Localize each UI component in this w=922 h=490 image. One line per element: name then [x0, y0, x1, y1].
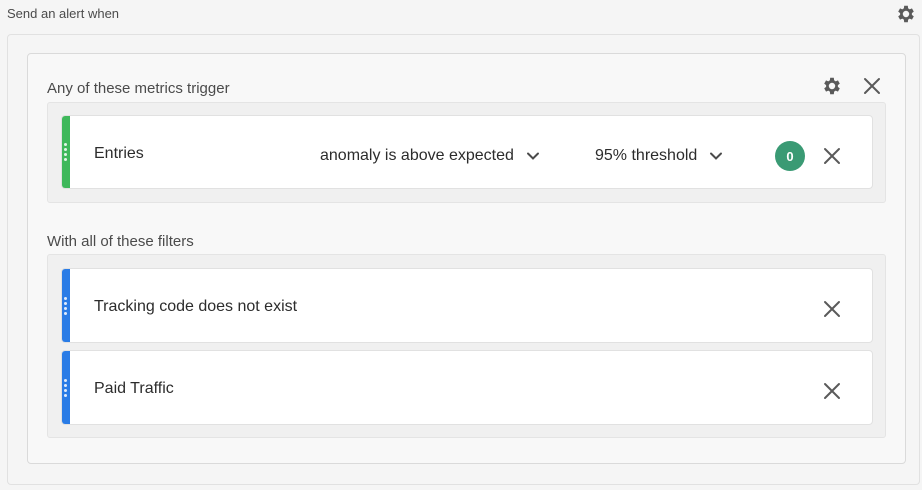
grip-icon — [64, 378, 68, 397]
chevron-down-icon — [526, 152, 539, 160]
threshold-value: 95% threshold — [595, 147, 698, 164]
drag-handle[interactable] — [62, 351, 70, 424]
filter-row: Tracking code does not exist — [61, 268, 873, 343]
alert-header-title: Send an alert when — [7, 6, 120, 21]
alert-header: Send an alert when — [0, 0, 922, 30]
close-icon[interactable] — [861, 75, 883, 97]
drag-handle[interactable] — [62, 116, 70, 188]
gear-icon[interactable] — [821, 75, 843, 97]
filter-row: Paid Traffic — [61, 350, 873, 425]
close-icon[interactable] — [821, 380, 843, 402]
filter-label: Paid Traffic — [94, 380, 174, 397]
threshold-dropdown[interactable]: 95% threshold — [595, 147, 723, 165]
condition-dropdown[interactable]: anomaly is above expected — [320, 147, 540, 165]
metrics-section-title: Any of these metrics trigger — [47, 80, 230, 97]
metric-row-entries: Entries anomaly is above expected 95% th… — [61, 115, 873, 189]
gear-icon[interactable] — [895, 3, 917, 25]
condition-value: anomaly is above expected — [320, 147, 514, 164]
chevron-down-icon — [710, 152, 723, 160]
close-icon[interactable] — [821, 145, 843, 167]
filter-label: Tracking code does not exist — [94, 298, 298, 315]
drag-handle[interactable] — [62, 269, 70, 342]
metric-label: Entries — [94, 145, 144, 162]
grip-icon — [64, 143, 68, 161]
grip-icon — [64, 296, 68, 315]
close-icon[interactable] — [821, 298, 843, 320]
count-badge: 0 — [775, 141, 805, 171]
filters-section-title: With all of these filters — [47, 233, 194, 250]
